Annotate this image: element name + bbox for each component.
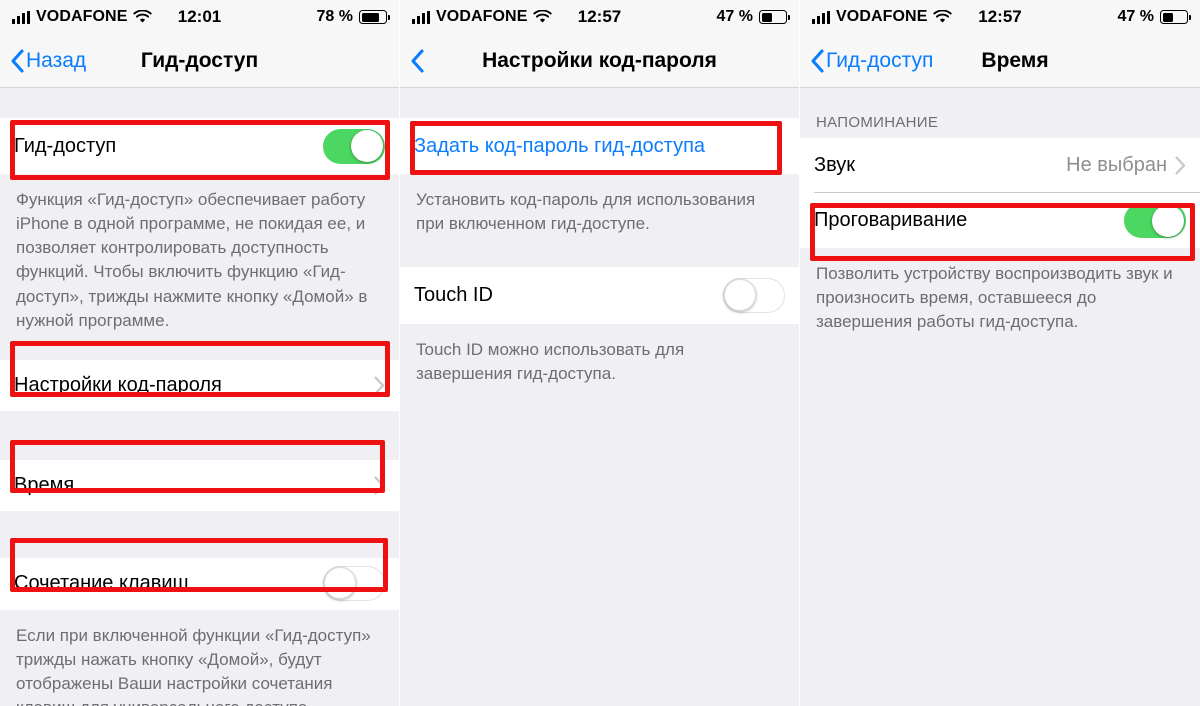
row-passcode-settings[interactable]: Настройки код-пароля [0,359,399,411]
status-bar: VODAFONE 12:57 47 % [800,0,1200,34]
row-guided-access[interactable]: Гид-доступ [0,118,399,174]
back-button-label: Гид-доступ [826,48,934,72]
row-time[interactable]: Время [0,459,399,511]
carrier-label: VODAFONE [436,8,528,25]
speak-toggle[interactable] [1124,203,1186,238]
nav-bar: Назад Гид-доступ [0,34,399,88]
row-set-passcode-label: Задать код-пароль гид-доступа [414,134,706,157]
chevron-right-icon [1175,156,1186,175]
footer-touch-id: Touch ID можно использовать для завершен… [400,324,799,396]
footer-set-passcode: Установить код-пароль для использования … [400,174,799,246]
battery-percent-label: 47 % [1117,8,1154,25]
status-bar: VODAFONE 12:57 47 % [400,0,799,34]
screen-guided-access: VODAFONE 12:01 78 % Назад Гид-доступ Гид… [0,0,400,706]
footer-shortcut: Если при включенной функции «Гид-доступ»… [0,609,399,706]
chevron-left-icon [411,48,424,73]
section-header-reminder: НАПОМИНАНИЕ [800,88,1200,138]
row-sound-value: Не выбран [1066,154,1167,176]
row-sound[interactable]: Звук Не выбран [800,138,1200,193]
nav-bar: Настройки код-пароля [400,34,799,88]
status-bar-left: VODAFONE [12,8,153,26]
chevron-right-icon [374,476,385,495]
status-bar-right: 78 % [316,8,390,26]
row-touch-id-label: Touch ID [414,284,493,307]
carrier-label: VODAFONE [836,8,928,25]
signal-bars-icon [412,10,430,24]
row-set-passcode[interactable]: Задать код-пароль гид-доступа [400,118,799,174]
section-gap [400,245,799,268]
row-sound-label: Звук [814,154,856,176]
status-bar: VODAFONE 12:01 78 % [0,0,399,34]
row-shortcut[interactable]: Сочетание клавиш [0,557,399,610]
touch-id-toggle[interactable] [723,278,785,314]
nav-bar: Гид-доступ Время [800,34,1200,88]
signal-bars-icon [812,10,830,24]
status-bar-right: 47 % [716,8,790,26]
signal-bars-icon [12,10,30,24]
screenshot-triptych: VODAFONE 12:01 78 % Назад Гид-доступ Гид… [0,0,1200,706]
row-shortcut-label: Сочетание клавиш [14,572,189,595]
wifi-icon [133,10,153,23]
battery-icon [1160,10,1191,24]
battery-icon [759,10,790,24]
section-gap [0,410,399,460]
battery-icon [359,10,390,24]
section-gap [0,88,399,118]
carrier-label: VODAFONE [36,8,128,25]
section-gap [0,510,399,558]
chevron-right-icon [374,376,385,395]
back-button[interactable]: Назад [10,49,86,73]
chevron-left-icon [811,48,824,73]
battery-percent-label: 78 % [316,8,353,25]
shortcut-toggle[interactable] [323,566,385,602]
section-gap [400,88,799,118]
row-time-accessory [374,476,385,495]
screen-time: VODAFONE 12:57 47 % Гид-доступ Время НАП… [800,0,1200,706]
screen-passcode-settings: VODAFONE 12:57 47 % Настройки код-пароля… [400,0,800,706]
status-bar-right: 47 % [1117,8,1191,26]
wifi-icon [933,10,953,23]
back-button[interactable] [410,48,426,73]
back-button[interactable]: Гид-доступ [810,49,933,73]
status-bar-left: VODAFONE [812,8,953,26]
row-touch-id[interactable]: Touch ID [400,267,799,325]
row-speak[interactable]: Проговаривание [800,193,1200,248]
guided-access-toggle[interactable] [323,128,385,164]
footer-guided-access: Функция «Гид-доступ» обеспечивает работу… [0,174,399,342]
wifi-icon [533,10,553,23]
page-title: Настройки код-пароля [482,48,717,72]
row-time-label: Время [14,473,75,496]
section-gap [0,341,399,360]
row-passcode-settings-label: Настройки код-пароля [14,373,222,396]
back-button-label: Назад [26,48,87,72]
footer-speak: Позволить устройству воспроизводить звук… [800,248,1200,344]
status-bar-left: VODAFONE [412,8,553,26]
row-sound-value-wrap: Не выбран [1066,154,1186,177]
battery-percent-label: 47 % [716,8,753,25]
row-passcode-settings-accessory [374,376,385,395]
row-speak-label: Проговаривание [814,209,968,231]
chevron-left-icon [11,48,24,73]
row-guided-access-label: Гид-доступ [14,134,117,157]
